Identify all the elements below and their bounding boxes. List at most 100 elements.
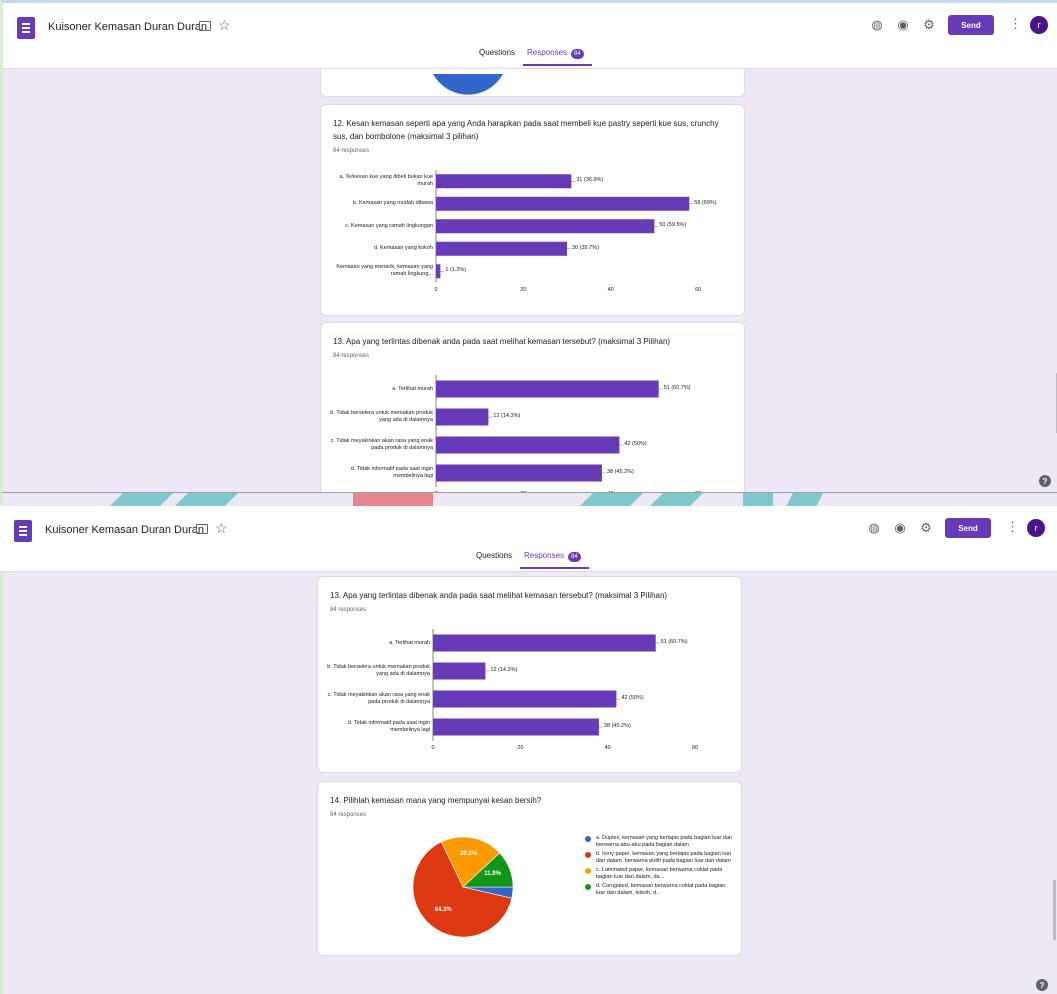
data-label: 51 (60.7%) — [663, 385, 691, 391]
star-icon[interactable]: ☆ — [215, 520, 228, 537]
folder-icon[interactable] — [199, 21, 211, 31]
category-label: d. Tidak informatif pada saat ingin memb… — [347, 720, 430, 733]
form-title[interactable]: Kuisoner Kemasan Duran Duran — [45, 524, 204, 536]
avatar[interactable]: r — [1030, 16, 1048, 34]
top-bar: Kuisoner Kemasan Duran Duran ☆ ◍ ◉ ⚙ Sen… — [3, 3, 1057, 69]
forms-logo-icon[interactable] — [17, 17, 35, 39]
legend-label: d. Corugated, kemasan berwarna coklat pa… — [596, 883, 726, 896]
data-label: 58 (69%) — [694, 199, 717, 206]
pie-slice-label: 11.9% — [484, 871, 501, 878]
tab-responses[interactable]: Responses 84 — [524, 551, 581, 562]
send-button[interactable]: Send — [948, 15, 994, 35]
category-label: d. Kemasan yang kokoh — [373, 245, 433, 252]
question-card-13: 13. Apa yang terlintas dibenak anda pada… — [320, 322, 745, 492]
responses-count-badge: 84 — [568, 552, 581, 562]
more-options-icon[interactable]: ⋮ — [1006, 519, 1019, 535]
data-label: 51 (60.7%) — [660, 639, 688, 645]
pie-slice-label: 20.2% — [460, 851, 478, 858]
legend-label: c. Laminated paper, kemasan berwarna cok… — [596, 867, 723, 880]
x-tick-label: 20 — [517, 745, 524, 751]
pie-legend: a. Duplex, kemasan yang berlapis pada ba… — [585, 835, 735, 899]
legend-dot — [585, 852, 591, 858]
palette-icon[interactable]: ◍ — [865, 519, 883, 537]
avatar[interactable]: r — [1027, 519, 1045, 537]
data-label: 50 (59.5%) — [659, 222, 687, 229]
pie-chart — [412, 836, 514, 938]
legend-dot — [585, 868, 591, 874]
tab-questions[interactable]: Questions — [479, 48, 515, 57]
category-label: c. Tidak meyakinkan akan rasa yang enak … — [327, 692, 430, 705]
preview-eye-icon[interactable]: ◉ — [891, 519, 909, 537]
tab-responses[interactable]: Responses 84 — [527, 48, 584, 59]
data-label: 38 (45.2%) — [606, 469, 634, 475]
help-icon[interactable]: ? — [1036, 979, 1048, 991]
data-label: 30 (35.7%) — [572, 244, 599, 251]
folder-icon[interactable] — [196, 524, 208, 534]
preview-eye-icon[interactable]: ◉ — [894, 16, 912, 34]
question-title: 14. Pilihlah kemasan mana yang mempunyai… — [330, 796, 542, 805]
category-label: a. Terkesan kue yang dibeli bukan kue mu… — [339, 174, 433, 188]
responses-count-badge: 84 — [571, 49, 584, 59]
legend-item: b. Ivory paper, kemasan yang berlapis pa… — [585, 851, 735, 865]
legend-dot — [585, 884, 591, 890]
category-label: b. Kemasan yang mudah dibawa — [352, 200, 433, 207]
category-label: a. Terlihat murah — [392, 385, 433, 392]
tab-responses-label: Responses — [527, 48, 568, 57]
top-bar-bottom: Kuisoner Kemasan Duran Duran ☆ ◍ ◉ ⚙ Sen… — [0, 506, 1057, 572]
legend-label: b. Ivory paper, kemasan yang berlapis pa… — [596, 851, 732, 864]
send-button[interactable]: Send — [945, 518, 991, 538]
bar-4[interactable] — [436, 264, 441, 279]
data-label: 12 (14.3%) — [493, 413, 521, 419]
settings-gear-icon[interactable]: ⚙ — [917, 519, 935, 537]
forms-logo-icon[interactable] — [14, 520, 32, 542]
bar-3[interactable] — [436, 241, 567, 256]
tab-responses-label: Responses — [524, 551, 565, 560]
bar-0[interactable] — [436, 380, 659, 398]
category-label: c. Kemasan yang ramah lingkungan — [345, 222, 433, 229]
bar-1[interactable] — [436, 196, 690, 211]
bar-3[interactable] — [433, 718, 599, 736]
bar-1[interactable] — [433, 662, 486, 680]
bar-0[interactable] — [436, 174, 572, 189]
data-label: 42 (50%) — [624, 441, 647, 447]
bar-0[interactable] — [433, 634, 656, 652]
category-label: b. Tidak berselera untuk memakan produk … — [327, 664, 430, 677]
bar-2[interactable] — [436, 219, 655, 234]
form-title[interactable]: Kuisoner Kemasan Duran Duran — [48, 21, 207, 33]
active-tab-indicator — [523, 64, 592, 66]
data-label: 42 (50%) — [621, 695, 644, 701]
tab-questions[interactable]: Questions — [476, 551, 512, 560]
bar-2[interactable] — [436, 436, 620, 454]
category-label: d. Tidak informatif pada saat ingin memb… — [350, 466, 433, 479]
category-label: Kemasan yang menarik, kemasan yang ramah… — [336, 264, 433, 278]
x-tick-label: 60 — [691, 745, 699, 751]
help-icon[interactable]: ? — [1039, 475, 1051, 487]
settings-gear-icon[interactable]: ⚙ — [920, 16, 938, 34]
response-count: 84 responses — [330, 812, 367, 818]
screenshot-top: 12. Kesan kemasan seperti apa yang Anda … — [0, 0, 1057, 492]
legend-item: c. Laminated paper, kemasan berwarna cok… — [585, 867, 735, 881]
legend-item: a. Duplex, kemasan yang berlapis pada ba… — [585, 835, 735, 849]
star-icon[interactable]: ☆ — [218, 17, 231, 34]
legend-item: d. Corugated, kemasan berwarna coklat pa… — [585, 883, 735, 897]
legend-label: a. Duplex, kemasan yang berlapis pada ba… — [596, 835, 733, 848]
question-card-13-bottom: 13. Apa yang terlintas dibenak anda pada… — [317, 576, 742, 773]
data-label: 38 (45.2%) — [603, 723, 631, 729]
scrollbar[interactable] — [1053, 880, 1056, 940]
legend-dot — [585, 836, 591, 842]
category-label: a. Terlihat murah — [389, 639, 430, 646]
bar-2[interactable] — [433, 690, 617, 708]
bar-1[interactable] — [436, 408, 489, 426]
x-tick-label: 20 — [520, 286, 527, 293]
more-options-icon[interactable]: ⋮ — [1009, 16, 1022, 32]
bar-3[interactable] — [436, 464, 602, 482]
x-tick-label: 40 — [604, 745, 611, 751]
x-tick-label: 0 — [434, 286, 438, 293]
x-tick-label: 40 — [607, 286, 614, 293]
category-label: c. Tidak meyakinkan akan rasa yang enak … — [330, 438, 433, 451]
palette-icon[interactable]: ◍ — [868, 16, 886, 34]
data-label: 12 (14.3%) — [490, 667, 518, 673]
question-card-12: 12. Kesan kemasan seperti apa yang Anda … — [320, 104, 745, 316]
data-label: 1 (1.2%) — [445, 267, 467, 274]
active-tab-indicator — [520, 567, 589, 569]
